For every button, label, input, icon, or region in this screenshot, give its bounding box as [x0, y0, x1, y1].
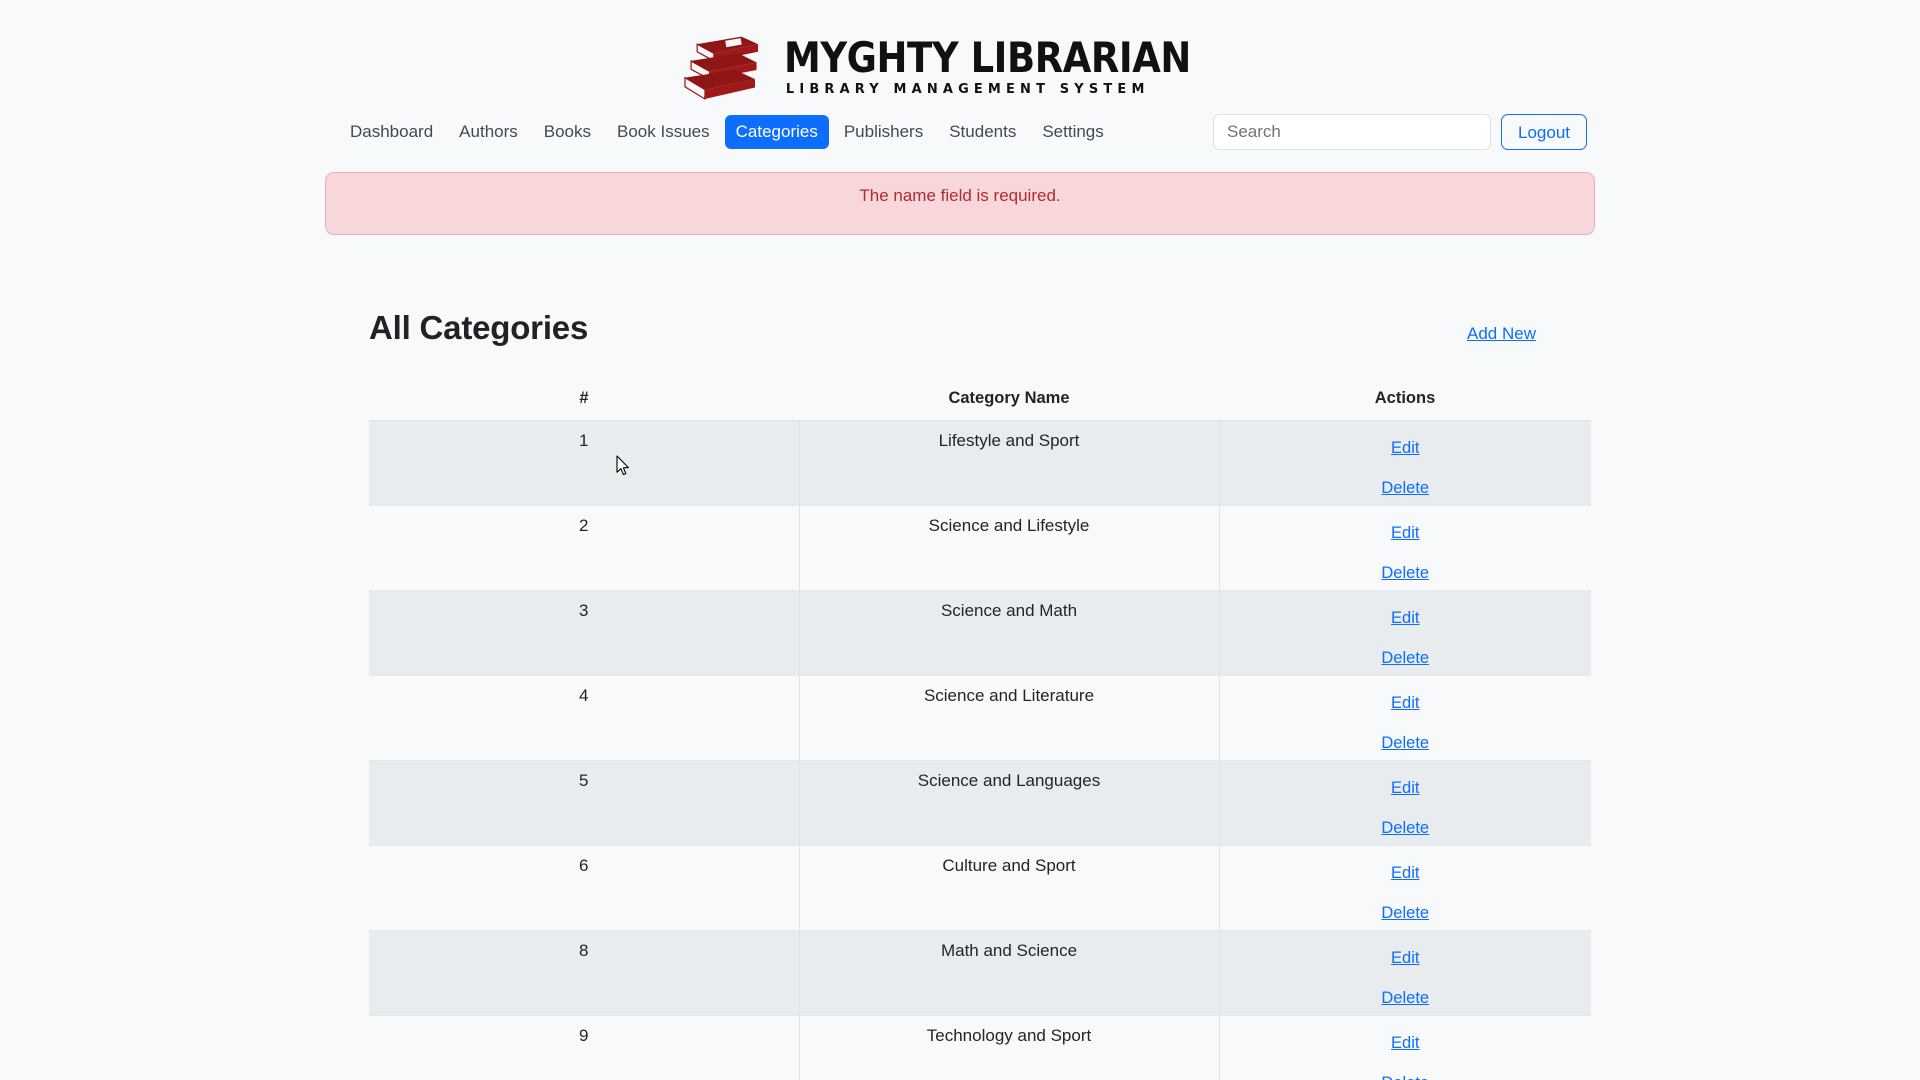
- brand-logo-block: MYGHTY LIBRARIAN LIBRARY MANAGEMENT SYST…: [674, 32, 1246, 102]
- delete-link[interactable]: Delete: [1220, 564, 1592, 584]
- table-head: # Category Name Actions: [369, 387, 1591, 422]
- cell-category-name: Technology and Sport: [798, 1015, 1220, 1080]
- nav-item-publishers[interactable]: Publishers: [833, 115, 934, 149]
- cell-actions: Edit Delete: [1219, 590, 1592, 677]
- nav-item-authors[interactable]: Authors: [448, 115, 529, 149]
- cell-category-name: Science and Math: [798, 590, 1220, 677]
- cell-actions: Edit Delete: [1219, 675, 1592, 762]
- cell-category-name: Science and Literature: [798, 675, 1220, 762]
- table-row: 2 Science and Lifestyle Edit Delete: [369, 505, 1592, 592]
- content-header: All Categories Add New: [369, 287, 1585, 369]
- edit-link[interactable]: Edit: [1220, 694, 1592, 714]
- nav-item-categories[interactable]: Categories: [724, 114, 829, 150]
- table-header-row: # Category Name Actions: [369, 387, 1591, 422]
- delete-link[interactable]: Delete: [1220, 479, 1592, 499]
- cell-row-number: 4: [369, 675, 799, 762]
- nav-item-books[interactable]: Books: [533, 115, 602, 149]
- cell-actions: Edit Delete: [1219, 845, 1592, 932]
- main-content: All Categories Add New # Category Name A…: [325, 287, 1595, 1080]
- cell-category-name: Science and Lifestyle: [798, 505, 1220, 592]
- cell-actions: Edit Delete: [1219, 505, 1592, 592]
- table-row: 4 Science and Literature Edit Delete: [369, 675, 1592, 762]
- categories-table: # Category Name Actions 1 Lifestyle and S…: [369, 387, 1591, 1080]
- table-row: 8 Math and Science Edit Delete: [369, 930, 1592, 1017]
- navigation-bar: Dashboard Authors Books Book Issues Cate…: [325, 114, 1595, 150]
- edit-link[interactable]: Edit: [1220, 524, 1592, 544]
- cell-actions: Edit Delete: [1219, 930, 1592, 1017]
- site-header: MYGHTY LIBRARIAN LIBRARY MANAGEMENT SYST…: [0, 0, 1920, 110]
- nav-item-book-issues[interactable]: Book Issues: [606, 115, 721, 149]
- cell-actions: Edit Delete: [1219, 420, 1592, 507]
- delete-link[interactable]: Delete: [1220, 649, 1592, 669]
- search-input[interactable]: [1213, 114, 1491, 150]
- column-header-category: Category Name: [799, 387, 1219, 422]
- page-title: All Categories: [369, 309, 589, 347]
- column-header-number: #: [369, 387, 799, 422]
- cell-row-number: 3: [369, 590, 799, 677]
- table-row: 3 Science and Math Edit Delete: [369, 590, 1592, 677]
- edit-link[interactable]: Edit: [1220, 779, 1592, 799]
- nav-right-group: Logout: [1213, 114, 1595, 150]
- table-body: 1 Lifestyle and Sport Edit Delete 2 Science a…: [369, 420, 1592, 1080]
- stacked-books-icon: [674, 32, 766, 102]
- table-row: 1 Lifestyle and Sport Edit Delete: [369, 420, 1592, 507]
- brand-title: MYGHTY LIBRARIAN: [783, 33, 1191, 82]
- cell-row-number: 1: [369, 420, 799, 507]
- delete-link[interactable]: Delete: [1220, 904, 1592, 924]
- edit-link[interactable]: Edit: [1220, 949, 1592, 969]
- delete-link[interactable]: Delete: [1220, 734, 1592, 754]
- cell-row-number: 9: [369, 1015, 799, 1080]
- main-nav: Dashboard Authors Books Book Issues Cate…: [339, 114, 1115, 150]
- edit-link[interactable]: Edit: [1220, 864, 1592, 884]
- table-row: 9Technology and SportEdit Delete: [369, 1015, 1592, 1080]
- cell-row-number: 8: [369, 930, 799, 1017]
- brand-subtitle: LIBRARY MANAGEMENT SYSTEM: [785, 81, 1150, 97]
- table-row: 6 Culture and Sport Edit Delete: [369, 845, 1592, 932]
- add-new-link[interactable]: Add New: [1467, 324, 1536, 344]
- alert-message: The name field is required.: [859, 186, 1061, 205]
- cell-row-number: 6: [369, 845, 799, 932]
- nav-item-settings[interactable]: Settings: [1031, 115, 1114, 149]
- cell-actions: Edit Delete: [1219, 760, 1592, 847]
- delete-link[interactable]: Delete: [1220, 819, 1592, 839]
- table-row: 5 Science and Languages Edit Delete: [369, 760, 1592, 847]
- brand-text: MYGHTY LIBRARIAN LIBRARY MANAGEMENT SYST…: [783, 33, 1246, 98]
- cell-row-number: 5: [369, 760, 799, 847]
- delete-link[interactable]: Delete: [1220, 1074, 1592, 1080]
- edit-link[interactable]: Edit: [1220, 609, 1592, 629]
- validation-alert: The name field is required.: [325, 172, 1595, 235]
- column-header-actions: Actions: [1219, 387, 1591, 422]
- nav-item-dashboard[interactable]: Dashboard: [339, 115, 444, 149]
- cell-category-name: Culture and Sport: [798, 845, 1220, 932]
- cell-actions: Edit Delete: [1219, 1015, 1592, 1080]
- edit-link[interactable]: Edit: [1220, 1034, 1592, 1054]
- edit-link[interactable]: Edit: [1220, 439, 1592, 459]
- nav-item-students[interactable]: Students: [938, 115, 1027, 149]
- logout-button[interactable]: Logout: [1501, 114, 1587, 150]
- cell-category-name: Science and Languages: [798, 760, 1220, 847]
- cell-category-name: Math and Science: [798, 930, 1220, 1017]
- cell-category-name: Lifestyle and Sport: [798, 420, 1220, 507]
- cell-row-number: 2: [369, 505, 799, 592]
- page-root: MYGHTY LIBRARIAN LIBRARY MANAGEMENT SYST…: [0, 0, 1920, 1080]
- delete-link[interactable]: Delete: [1220, 989, 1592, 1009]
